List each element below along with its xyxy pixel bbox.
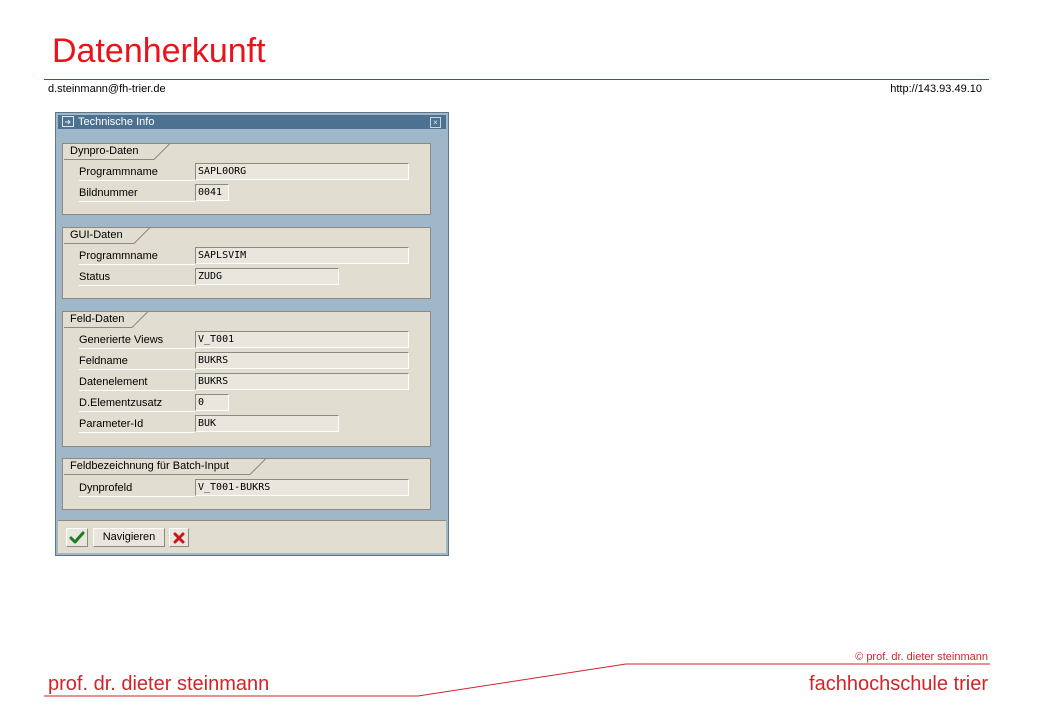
footer-school: fachhochschule trier	[809, 673, 988, 695]
footer-author: prof. dr. dieter steinmann	[48, 673, 270, 695]
footer-divider-lines	[44, 663, 990, 697]
footer-copyright: © prof. dr. dieter steinmann	[855, 651, 988, 663]
